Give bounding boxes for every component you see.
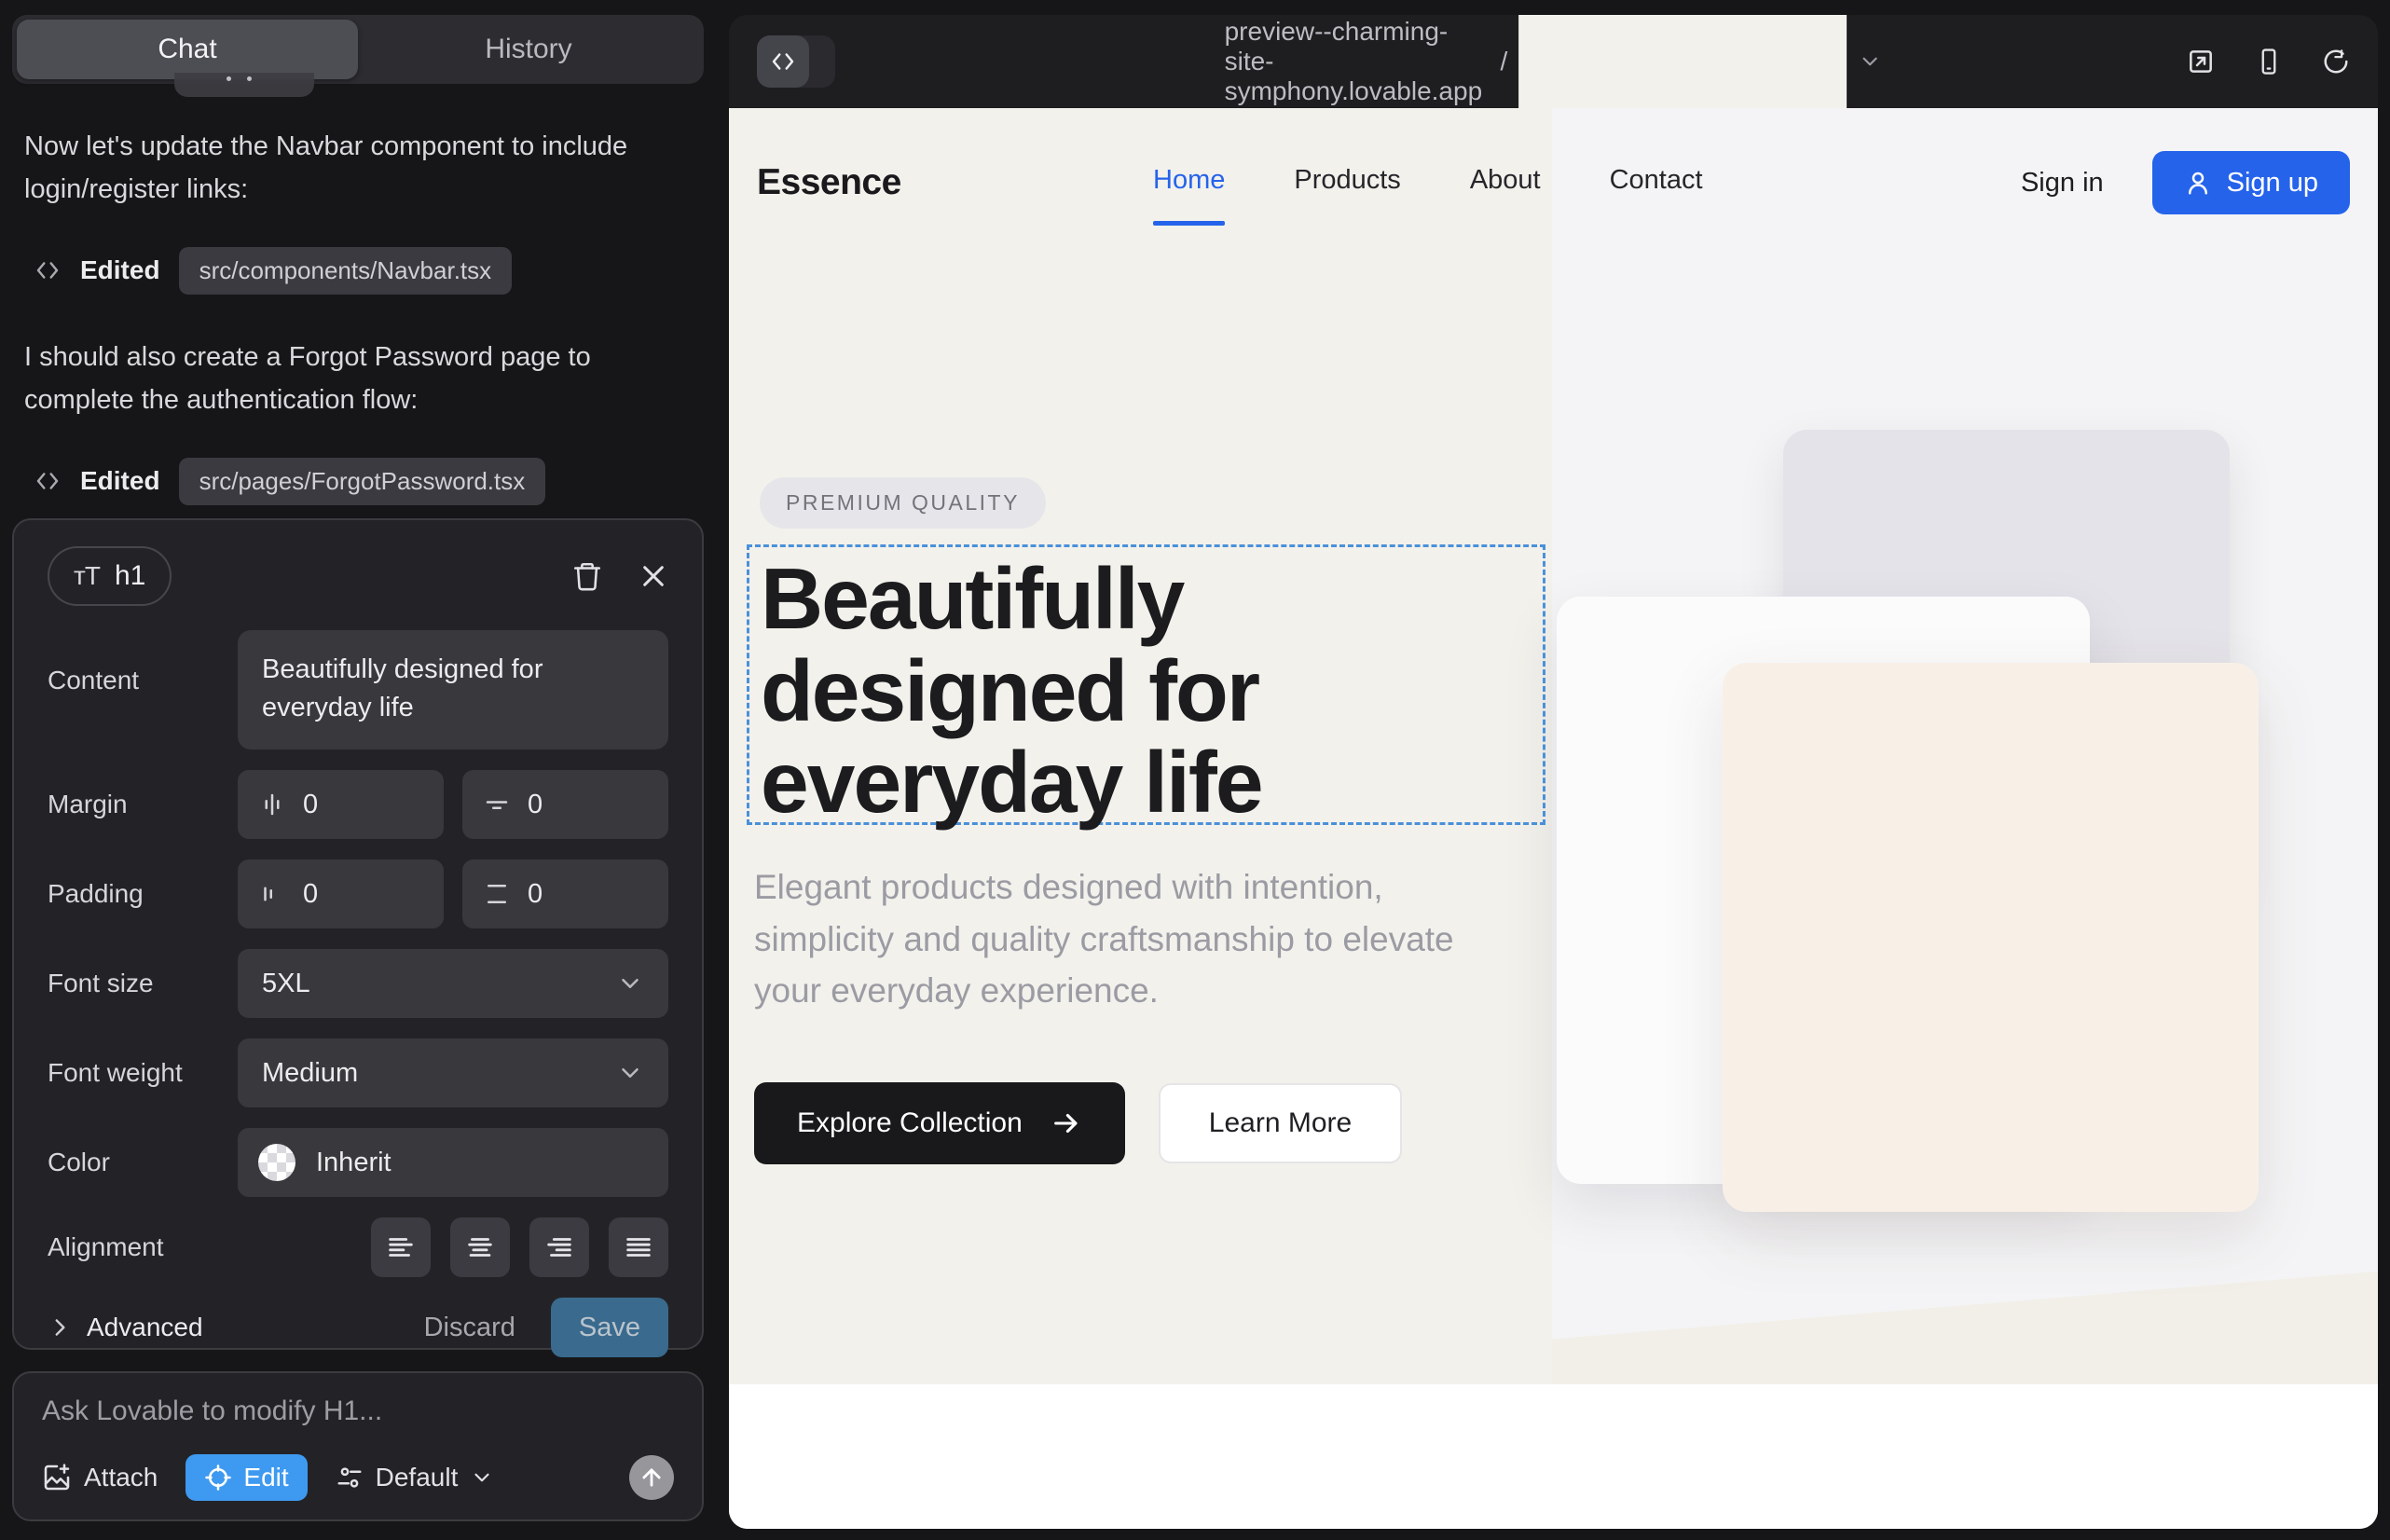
chat-messages: Now let's update the Navbar component to… [24, 125, 692, 546]
code-icon[interactable] [757, 35, 809, 88]
close-editor-button[interactable] [639, 561, 668, 591]
margin-x-icon [258, 791, 286, 818]
url-domain: preview--charming-site-symphony.lovable.… [1225, 17, 1490, 106]
chat-composer: Attach Edit Default [12, 1371, 704, 1521]
crosshair-icon [204, 1464, 232, 1492]
padding-y-input[interactable]: 0 [462, 859, 668, 928]
nav-link-home[interactable]: Home [1153, 165, 1225, 201]
code-view-toggle[interactable] [757, 35, 835, 88]
browser-toolbar: preview--charming-site-symphony.lovable.… [729, 15, 2378, 108]
margin-y-input[interactable]: 0 [462, 770, 668, 839]
chevron-down-icon [470, 1465, 494, 1490]
element-editor-panel: тT h1 Content Beautifully designed for e… [12, 518, 704, 1350]
chevron-right-icon [48, 1315, 72, 1340]
attach-button[interactable]: Attach [42, 1463, 158, 1492]
site-page: Essence Home Products About Contact Sign… [729, 108, 2378, 1529]
font-weight-select[interactable]: Medium [238, 1038, 668, 1107]
explore-collection-button[interactable]: Explore Collection [754, 1082, 1125, 1164]
align-right-button[interactable] [529, 1217, 589, 1277]
next-section [729, 1384, 2378, 1529]
assistant-message: Now let's update the Navbar component to… [24, 125, 692, 212]
padding-label: Padding [48, 879, 238, 909]
chevron-down-icon [616, 1059, 644, 1087]
edited-label: Edited [80, 466, 160, 496]
file-chip[interactable]: src/components/Navbar.tsx [179, 247, 513, 295]
assistant-message: I should also create a Forgot Password p… [24, 336, 692, 422]
margin-x-input[interactable]: 0 [238, 770, 444, 839]
premium-quality-badge: PREMIUM QUALITY [760, 477, 1046, 529]
content-label: Content [48, 630, 238, 695]
left-panel: Chat History Now let's update the Navbar… [12, 0, 704, 1540]
sliders-icon [336, 1464, 364, 1492]
editor-footer: Advanced Discard Save [48, 1298, 668, 1357]
element-tag: h1 [115, 560, 145, 592]
delete-element-button[interactable] [571, 560, 603, 592]
composer-input[interactable] [42, 1396, 674, 1427]
decor-card-cream [1723, 663, 2259, 1212]
font-weight-label: Font weight [48, 1058, 238, 1088]
arrow-right-icon [1051, 1107, 1082, 1139]
edited-file-row: Edited src/pages/ForgotPassword.tsx [34, 458, 692, 505]
font-size-select[interactable]: 5XL [238, 949, 668, 1018]
preview-window: preview--charming-site-symphony.lovable.… [729, 15, 2378, 1529]
send-button[interactable] [629, 1455, 674, 1500]
file-chip[interactable]: src/pages/ForgotPassword.tsx [179, 458, 546, 505]
tab-chat[interactable]: Chat [17, 20, 358, 79]
padding-y-icon [483, 880, 511, 908]
user-icon [2184, 169, 2212, 197]
editor-header: тT h1 [48, 546, 668, 606]
image-plus-icon [42, 1463, 72, 1492]
hero-title: Beautifully designed for everyday life [761, 553, 1532, 829]
mode-select-button[interactable]: Default [336, 1463, 495, 1492]
learn-more-button[interactable]: Learn More [1159, 1083, 1402, 1163]
edit-mode-button[interactable]: Edit [185, 1454, 307, 1501]
margin-label: Margin [48, 790, 238, 819]
site-logo[interactable]: Essence [757, 162, 901, 203]
nav-link-products[interactable]: Products [1294, 165, 1400, 201]
nav-link-about[interactable]: About [1470, 165, 1541, 201]
tab-history[interactable]: History [358, 20, 699, 79]
save-button[interactable]: Save [551, 1298, 668, 1357]
color-swatch [258, 1144, 295, 1181]
edited-label: Edited [80, 255, 160, 285]
refresh-button[interactable] [2322, 48, 2350, 76]
open-external-button[interactable] [2186, 47, 2216, 76]
scrolled-chip-partial [174, 73, 314, 97]
external-link-icon [2186, 47, 2216, 76]
site-navbar: Essence Home Products About Contact Sign… [729, 140, 2378, 226]
advanced-toggle[interactable]: Advanced [48, 1313, 203, 1342]
chat-history-tabbar: Chat History [12, 15, 704, 84]
content-input[interactable]: Beautifully designed for everyday life [238, 630, 668, 749]
align-justify-button[interactable] [609, 1217, 668, 1277]
sign-up-button[interactable]: Sign up [2152, 151, 2350, 214]
type-icon: тT [74, 561, 100, 591]
alignment-label: Alignment [48, 1232, 238, 1262]
align-left-button[interactable] [371, 1217, 431, 1277]
align-center-button[interactable] [450, 1217, 510, 1277]
selected-element-badge: тT h1 [48, 546, 172, 606]
color-label: Color [48, 1148, 238, 1177]
url-separator: / [1501, 47, 1508, 76]
sign-in-link[interactable]: Sign in [2021, 168, 2104, 199]
lovable-app: Chat History Now let's update the Navbar… [0, 0, 2390, 1540]
color-select[interactable]: Inherit [238, 1128, 668, 1197]
padding-x-icon [258, 880, 286, 908]
padding-x-input[interactable]: 0 [238, 859, 444, 928]
refresh-icon [2322, 48, 2350, 76]
chevron-down-icon [616, 969, 644, 997]
code-icon [34, 467, 62, 495]
nav-link-contact[interactable]: Contact [1610, 165, 1703, 201]
edited-file-row: Edited src/components/Navbar.tsx [34, 247, 692, 295]
margin-y-icon [483, 791, 511, 818]
discard-button[interactable]: Discard [424, 1313, 515, 1343]
selected-h1-outline[interactable]: Beautifully designed for everyday life [747, 544, 1545, 825]
chevron-down-icon [1858, 49, 1882, 74]
font-size-label: Font size [48, 969, 238, 998]
hero-description: Elegant products designed with intention… [754, 861, 1500, 1017]
mobile-preview-button[interactable] [2255, 48, 2283, 76]
smartphone-icon [2255, 48, 2283, 76]
arrow-up-icon [639, 1464, 665, 1491]
code-icon [34, 256, 62, 284]
